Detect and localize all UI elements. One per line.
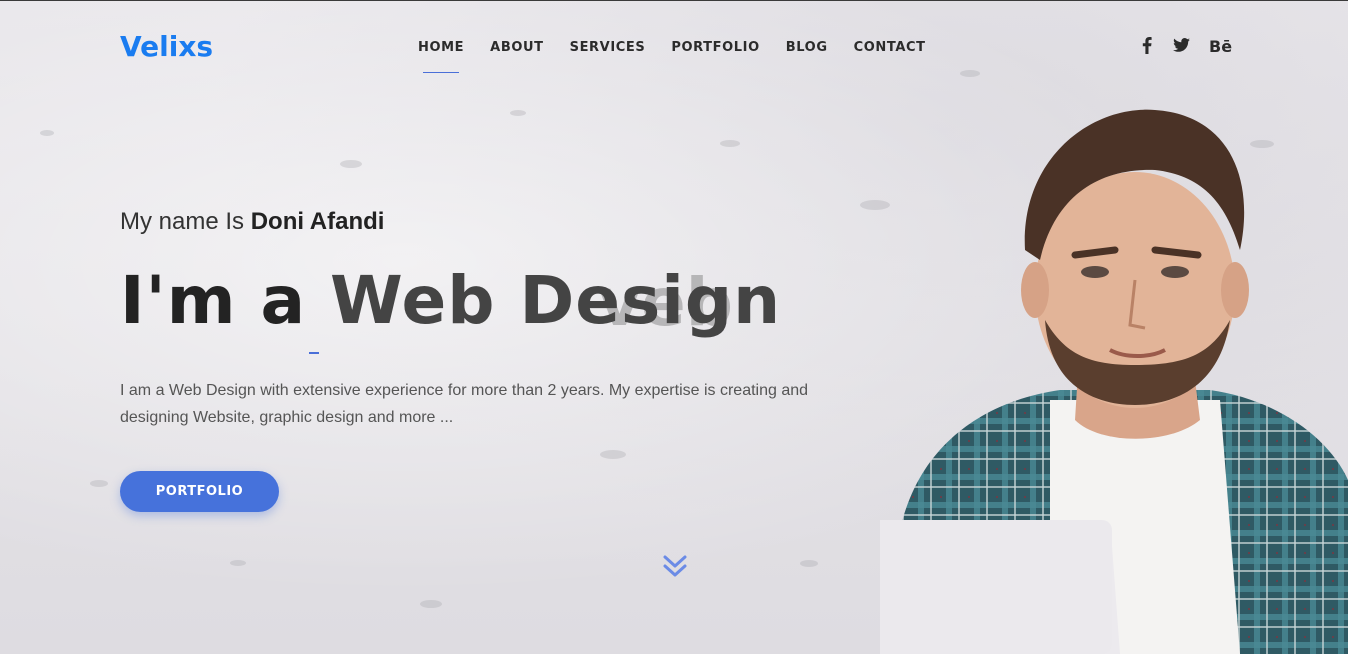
top-border <box>0 0 1348 1</box>
site-logo[interactable]: Velixs <box>120 30 213 63</box>
nav-home[interactable]: HOME <box>418 40 464 73</box>
typing-caret <box>309 352 319 354</box>
intro-prefix: My name Is <box>120 208 245 235</box>
main-nav: HOME ABOUT SERVICES PORTFOLIO BLOG CONTA… <box>418 40 952 73</box>
hero-person-image <box>880 109 1348 654</box>
hero-headline: I'm a Web Design <box>120 262 781 339</box>
double-chevron-down-icon[interactable] <box>661 554 689 584</box>
headline-prefix: I'm a <box>120 262 307 339</box>
portfolio-button[interactable]: PORTFOLIO <box>120 471 279 512</box>
twitter-icon[interactable] <box>1173 38 1190 52</box>
facebook-icon[interactable] <box>1142 37 1152 54</box>
intro-name: Doni Afandi <box>250 208 385 235</box>
nav-portfolio[interactable]: PORTFOLIO <box>671 40 759 55</box>
intro-line: My name Is Doni Afandi <box>120 208 384 236</box>
nav-contact[interactable]: CONTACT <box>854 40 926 55</box>
nav-about[interactable]: ABOUT <box>490 40 543 55</box>
hero-description: I am a Web Design with extensive experie… <box>120 382 809 426</box>
nav-services[interactable]: SERVICES <box>570 40 646 55</box>
behance-icon[interactable]: Bē <box>1209 37 1232 56</box>
headline-typed: Web Design <box>330 262 782 339</box>
nav-blog[interactable]: BLOG <box>786 40 828 55</box>
